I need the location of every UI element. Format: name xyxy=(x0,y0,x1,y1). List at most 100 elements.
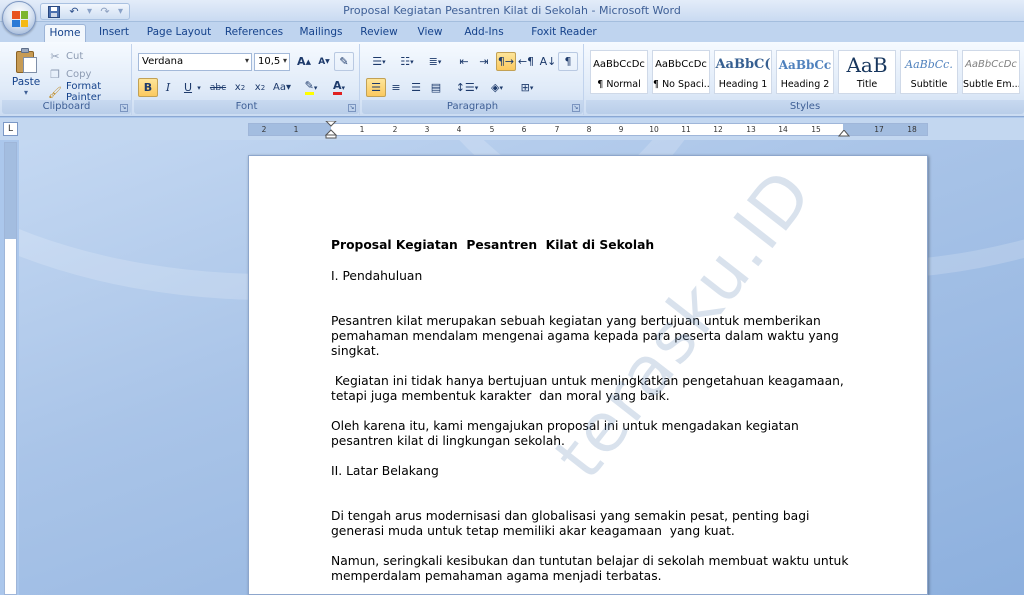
paragraph-launcher-icon[interactable]: ↘ xyxy=(572,104,580,112)
cut-button[interactable]: ✂ Cut xyxy=(48,48,83,64)
title-bar: ↶ ▾ ↷ ▾ Proposal Kegiatan Pesantren Kila… xyxy=(0,0,1024,22)
ribbon-tabs: Home Insert Page Layout References Maili… xyxy=(0,22,1024,55)
font-color-button[interactable]: A ▾ xyxy=(326,78,352,97)
indent-marker-icon[interactable] xyxy=(324,121,338,139)
paragraph: Oleh karena itu, kami mengajukan proposa… xyxy=(331,419,803,448)
style-sample: AaBbCc xyxy=(778,58,832,72)
decrease-indent-icon[interactable]: ⇤ xyxy=(454,52,474,71)
window-title: Proposal Kegiatan Pesantren Kilat di Sek… xyxy=(343,4,681,17)
heading-latar-belakang: II. Latar Belakang xyxy=(331,464,439,478)
align-right-icon[interactable]: ☰ xyxy=(406,78,426,97)
ruler-tick: 18 xyxy=(907,125,917,134)
ruler-tick: 1 xyxy=(359,125,365,134)
justify-icon[interactable]: ▤ xyxy=(426,78,446,97)
style-subtle-emphasis[interactable]: AaBbCcDc Subtle Em... xyxy=(962,50,1020,94)
document-body[interactable]: Proposal Kegiatan Pesantren Kilat di Sek… xyxy=(331,238,851,584)
ruler-tick: 10 xyxy=(649,125,659,134)
tab-view[interactable]: View xyxy=(410,24,450,42)
bullets-button[interactable]: ☰ ▾ xyxy=(366,52,392,71)
ruler-tick: 14 xyxy=(778,125,788,134)
tab-home[interactable]: Home xyxy=(44,24,86,42)
align-left-icon[interactable]: ☰ xyxy=(366,78,386,97)
style-name: Title xyxy=(856,79,878,90)
style-name: Heading 1 xyxy=(718,79,768,90)
style-sample: AaB xyxy=(846,53,888,77)
italic-button[interactable]: I xyxy=(158,78,178,97)
copy-button[interactable]: ❐ Copy xyxy=(48,66,91,82)
style-subtitle[interactable]: AaBbCc. Subtitle xyxy=(900,50,958,94)
document-page[interactable]: Proposal Kegiatan Pesantren Kilat di Sek… xyxy=(248,155,928,595)
styles-gallery: AaBbCcDc ¶ Normal AaBbCcDc ¶ No Spaci...… xyxy=(590,50,1022,96)
font-group: Verdana ▾ 10,5 ▾ A ▲ A ▼ ✎ B I U ▾ abc x2 … xyxy=(134,44,360,115)
multilevel-list-button[interactable]: ≣ ▾ xyxy=(422,52,448,71)
paragraph: Namun, seringkali kesibukan dan tuntutan… xyxy=(331,554,853,583)
tab-references[interactable]: References xyxy=(222,24,286,42)
vertical-ruler[interactable] xyxy=(4,142,17,595)
paste-button[interactable]: Paste ▾ xyxy=(8,48,44,97)
chevron-down-icon: ▾ xyxy=(244,56,249,65)
clear-formatting-icon[interactable]: ✎ xyxy=(334,52,354,71)
clipboard-group-label: Clipboard xyxy=(2,100,131,114)
styles-group-label: Styles xyxy=(586,100,1024,114)
ruler-tick: 9 xyxy=(618,125,624,134)
ltr-text-icon[interactable]: ¶→ xyxy=(496,52,516,71)
ruler-tick: 4 xyxy=(456,125,462,134)
underline-dropdown-icon[interactable]: ▾ xyxy=(194,78,204,97)
style-sample: AaBbCcDc xyxy=(655,59,707,70)
shrink-font-button[interactable]: A ▼ xyxy=(314,52,334,71)
rtl-text-icon[interactable]: ←¶ xyxy=(516,52,536,71)
align-center-icon[interactable]: ≡ xyxy=(386,78,406,97)
ruler-tick: 2 xyxy=(261,125,267,134)
bold-button[interactable]: B xyxy=(138,78,158,97)
style-no-spacing[interactable]: AaBbCcDc ¶ No Spaci... xyxy=(652,50,710,94)
top-margin-area xyxy=(5,143,16,239)
ruler-tick: 8 xyxy=(586,125,592,134)
paragraph: Pesantren kilat merupakan sebuah kegiata… xyxy=(331,314,843,358)
ruler-tick: 11 xyxy=(681,125,691,134)
tab-insert[interactable]: Insert xyxy=(92,24,136,42)
chevron-down-icon: ▾ xyxy=(282,56,287,65)
increase-indent-icon[interactable]: ⇥ xyxy=(474,52,494,71)
tab-add-ins[interactable]: Add-Ins xyxy=(458,24,510,42)
style-name: Heading 2 xyxy=(780,79,830,90)
sort-icon[interactable]: A↓ xyxy=(538,52,558,71)
change-case-button[interactable]: Aa▾ xyxy=(270,78,294,97)
tab-page-layout[interactable]: Page Layout xyxy=(142,24,216,42)
strikethrough-button[interactable]: abc xyxy=(206,78,230,97)
borders-button[interactable]: ⊞ ▾ xyxy=(514,78,540,97)
font-name-value: Verdana xyxy=(142,56,184,67)
tab-selector-icon[interactable]: L xyxy=(3,122,18,136)
style-normal[interactable]: AaBbCcDc ¶ Normal xyxy=(590,50,648,94)
tab-foxit-reader-pdf[interactable]: Foxit Reader PDF xyxy=(520,24,608,55)
grow-font-button[interactable]: A ▲ xyxy=(294,52,314,71)
font-launcher-icon[interactable]: ↘ xyxy=(348,104,356,112)
ruler-tick: 5 xyxy=(489,125,495,134)
line-spacing-button[interactable]: ↕☰ ▾ xyxy=(454,78,480,97)
font-name-combo[interactable]: Verdana ▾ xyxy=(138,53,252,71)
horizontal-ruler[interactable]: 2 1 1 2 3 4 5 6 7 8 9 10 11 12 13 14 15 … xyxy=(248,121,928,139)
right-indent-marker-icon[interactable] xyxy=(838,130,850,138)
font-size-combo[interactable]: 10,5 ▾ xyxy=(254,53,290,71)
style-heading-1[interactable]: AaBbC( Heading 1 xyxy=(714,50,772,94)
tab-review[interactable]: Review xyxy=(356,24,402,42)
paragraph: Di tengah arus modernisasi dan globalisa… xyxy=(331,509,814,538)
clipboard-launcher-icon[interactable]: ↘ xyxy=(120,104,128,112)
style-sample: AaBbCcDc xyxy=(593,59,645,70)
shading-button[interactable]: ◈ ▾ xyxy=(484,78,510,97)
highlight-color-button[interactable]: ✎ ▾ xyxy=(298,78,324,97)
office-button[interactable] xyxy=(2,1,36,35)
scissors-icon: ✂ xyxy=(50,49,60,63)
show-hide-marks-icon[interactable]: ¶ xyxy=(558,52,578,71)
numbering-button[interactable]: ☷ ▾ xyxy=(394,52,420,71)
superscript-button[interactable]: x2 xyxy=(250,78,270,97)
style-heading-2[interactable]: AaBbCc Heading 2 xyxy=(776,50,834,94)
subscript-button[interactable]: x2 xyxy=(230,78,250,97)
format-painter-button[interactable]: 🖌 Format Painter xyxy=(48,81,131,103)
cut-label: Cut xyxy=(66,50,84,62)
tab-mailings[interactable]: Mailings xyxy=(294,24,348,42)
ruler-tick: 6 xyxy=(521,125,527,134)
paste-dropdown-icon[interactable]: ▾ xyxy=(8,88,44,97)
style-title[interactable]: AaB Title xyxy=(838,50,896,94)
brush-icon: 🖌 xyxy=(48,85,62,99)
ruler-area: L 2 1 1 2 3 4 5 6 7 8 9 10 11 12 13 14 1… xyxy=(0,118,1024,140)
